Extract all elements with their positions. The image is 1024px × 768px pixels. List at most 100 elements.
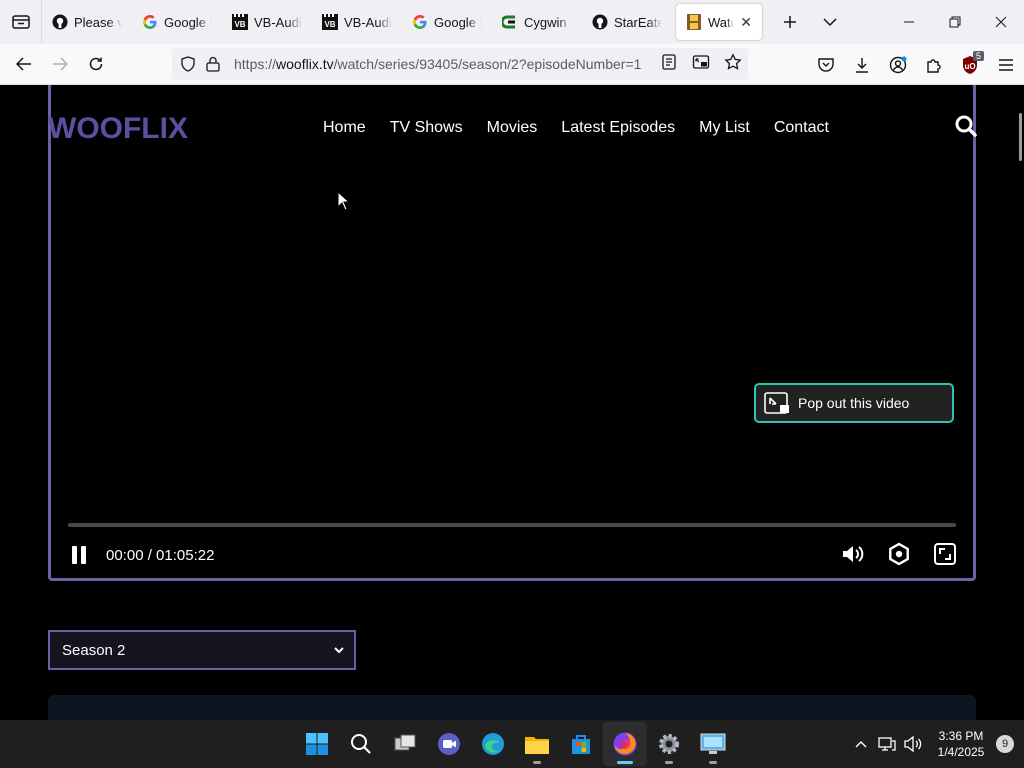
close-icon	[995, 16, 1007, 28]
minimize-button[interactable]	[886, 0, 932, 44]
reader-view-icon	[662, 53, 676, 70]
picture-in-picture-icon	[692, 54, 710, 69]
new-tab-button[interactable]	[770, 0, 810, 44]
extensions-button[interactable]	[916, 44, 952, 85]
taskbar-search-button[interactable]	[339, 722, 383, 766]
tab-title: Watch	[708, 14, 735, 30]
restore-button[interactable]	[932, 0, 978, 44]
film-icon	[686, 14, 702, 30]
web-page: WOOFLIX Home TV Shows Movies Latest Epis…	[0, 85, 1024, 720]
tab-title: Cygwin	[524, 14, 567, 30]
hamburger-menu-icon	[999, 58, 1013, 71]
search-icon	[351, 734, 371, 754]
settings-app-button[interactable]	[647, 722, 691, 766]
search-icon	[955, 115, 977, 137]
start-button[interactable]	[295, 722, 339, 766]
ublock-origin-button[interactable]: uO 5	[952, 44, 988, 85]
lock-icon[interactable]	[206, 56, 220, 72]
tab-cygwin[interactable]: Cygwin	[492, 4, 582, 40]
tab-strip: Please vi Google I VB VB-Audi VB VB-Audi…	[42, 0, 762, 44]
notification-count-badge[interactable]: 9	[996, 735, 1014, 753]
picture-in-picture-button[interactable]	[692, 53, 710, 76]
network-icon	[878, 737, 896, 751]
forward-button[interactable]	[42, 46, 78, 82]
edge-button[interactable]	[471, 722, 515, 766]
show-hidden-icons-button[interactable]	[848, 720, 874, 768]
url-text[interactable]: https://wooflix.tv/watch/series/93405/se…	[234, 56, 654, 72]
back-button[interactable]	[6, 46, 42, 82]
menu-item-home[interactable]: Home	[323, 119, 366, 137]
url-host: wooflix.tv	[276, 56, 334, 72]
gear-icon	[659, 734, 679, 754]
network-button[interactable]	[874, 720, 900, 768]
pause-button[interactable]	[66, 542, 92, 568]
menu-item-movies[interactable]: Movies	[487, 119, 538, 137]
firefox-view-button[interactable]	[0, 0, 42, 44]
search-button[interactable]	[954, 114, 978, 138]
reader-view-button[interactable]	[660, 53, 678, 76]
fullscreen-button[interactable]	[932, 541, 958, 567]
pop-out-video-button[interactable]: Pop out this video	[754, 383, 954, 423]
clock-date: 1/4/2025	[937, 745, 985, 759]
pocket-button[interactable]	[808, 44, 844, 85]
extension-badge: 5	[972, 51, 984, 61]
teams-chat-icon	[438, 733, 460, 755]
list-all-tabs-button[interactable]	[810, 0, 850, 44]
google-icon	[142, 14, 158, 30]
task-view-button[interactable]	[383, 722, 427, 766]
microsoft-store-button[interactable]	[559, 722, 603, 766]
url-bar[interactable]: https://wooflix.tv/watch/series/93405/se…	[172, 48, 748, 80]
reload-icon	[89, 57, 103, 71]
menu-item-latest-episodes[interactable]: Latest Episodes	[561, 119, 675, 137]
menu-item-my-list[interactable]: My List	[699, 119, 750, 137]
chevron-down-icon	[823, 18, 837, 27]
video-progress-bar[interactable]	[68, 523, 956, 527]
tab-title: Google I	[434, 14, 482, 30]
file-explorer-button[interactable]	[515, 722, 559, 766]
mouse-cursor-icon	[337, 191, 351, 211]
tab-google-2[interactable]: Google I	[402, 4, 492, 40]
chevron-up-icon	[855, 741, 867, 748]
scrollbar-thumb[interactable]	[1019, 113, 1022, 161]
google-icon	[412, 14, 428, 30]
firefox-view-icon	[11, 15, 30, 29]
account-button[interactable]	[880, 44, 916, 85]
close-window-button[interactable]	[978, 0, 1024, 44]
arrow-left-icon	[16, 57, 31, 71]
downloads-button[interactable]	[844, 44, 880, 85]
close-tab-icon[interactable]: ✕	[740, 14, 752, 31]
tab-vb-audio-1[interactable]: VB VB-Audi	[222, 4, 312, 40]
menu-item-contact[interactable]: Contact	[774, 119, 829, 137]
vb-audio-icon: VB	[232, 14, 248, 30]
tab-watch-active[interactable]: Watch ✕	[676, 4, 762, 40]
tab-title: VB-Audi	[254, 14, 302, 30]
settings-button[interactable]	[886, 541, 912, 567]
tab-vb-audio-2[interactable]: VB VB-Audi	[312, 4, 402, 40]
picture-in-picture-icon	[764, 392, 789, 414]
tab-github-1[interactable]: Please vi	[42, 4, 132, 40]
site-logo[interactable]: WOOFLIX	[48, 112, 188, 146]
teams-chat-button[interactable]	[427, 722, 471, 766]
main-menu: Home TV Shows Movies Latest Episodes My …	[323, 119, 829, 137]
menu-item-tv-shows[interactable]: TV Shows	[390, 119, 463, 137]
reload-button[interactable]	[78, 46, 114, 82]
page-scrollbar[interactable]	[1016, 85, 1024, 720]
taskbar-clock[interactable]: 3:36 PM 1/4/2025	[930, 728, 992, 760]
download-icon	[856, 57, 868, 73]
firefox-taskbar-button[interactable]	[603, 722, 647, 766]
remote-desktop-button[interactable]	[691, 722, 735, 766]
chevron-down-icon	[324, 646, 354, 654]
app-menu-button[interactable]	[988, 44, 1024, 85]
tab-google-1[interactable]: Google I	[132, 4, 222, 40]
volume-tray-button[interactable]	[900, 720, 926, 768]
remote-desktop-icon	[700, 733, 726, 754]
github-icon	[52, 14, 68, 30]
tab-github-2[interactable]: StarEate	[582, 4, 672, 40]
tracking-protection-shield-icon[interactable]	[180, 56, 196, 72]
volume-button[interactable]	[840, 541, 866, 567]
season-select[interactable]: Season 2	[48, 630, 356, 670]
tab-title: VB-Audi	[344, 14, 392, 30]
site-header: WOOFLIX Home TV Shows Movies Latest Epis…	[0, 85, 1018, 171]
folder-icon	[525, 737, 549, 754]
bookmark-star-button[interactable]	[724, 52, 742, 76]
